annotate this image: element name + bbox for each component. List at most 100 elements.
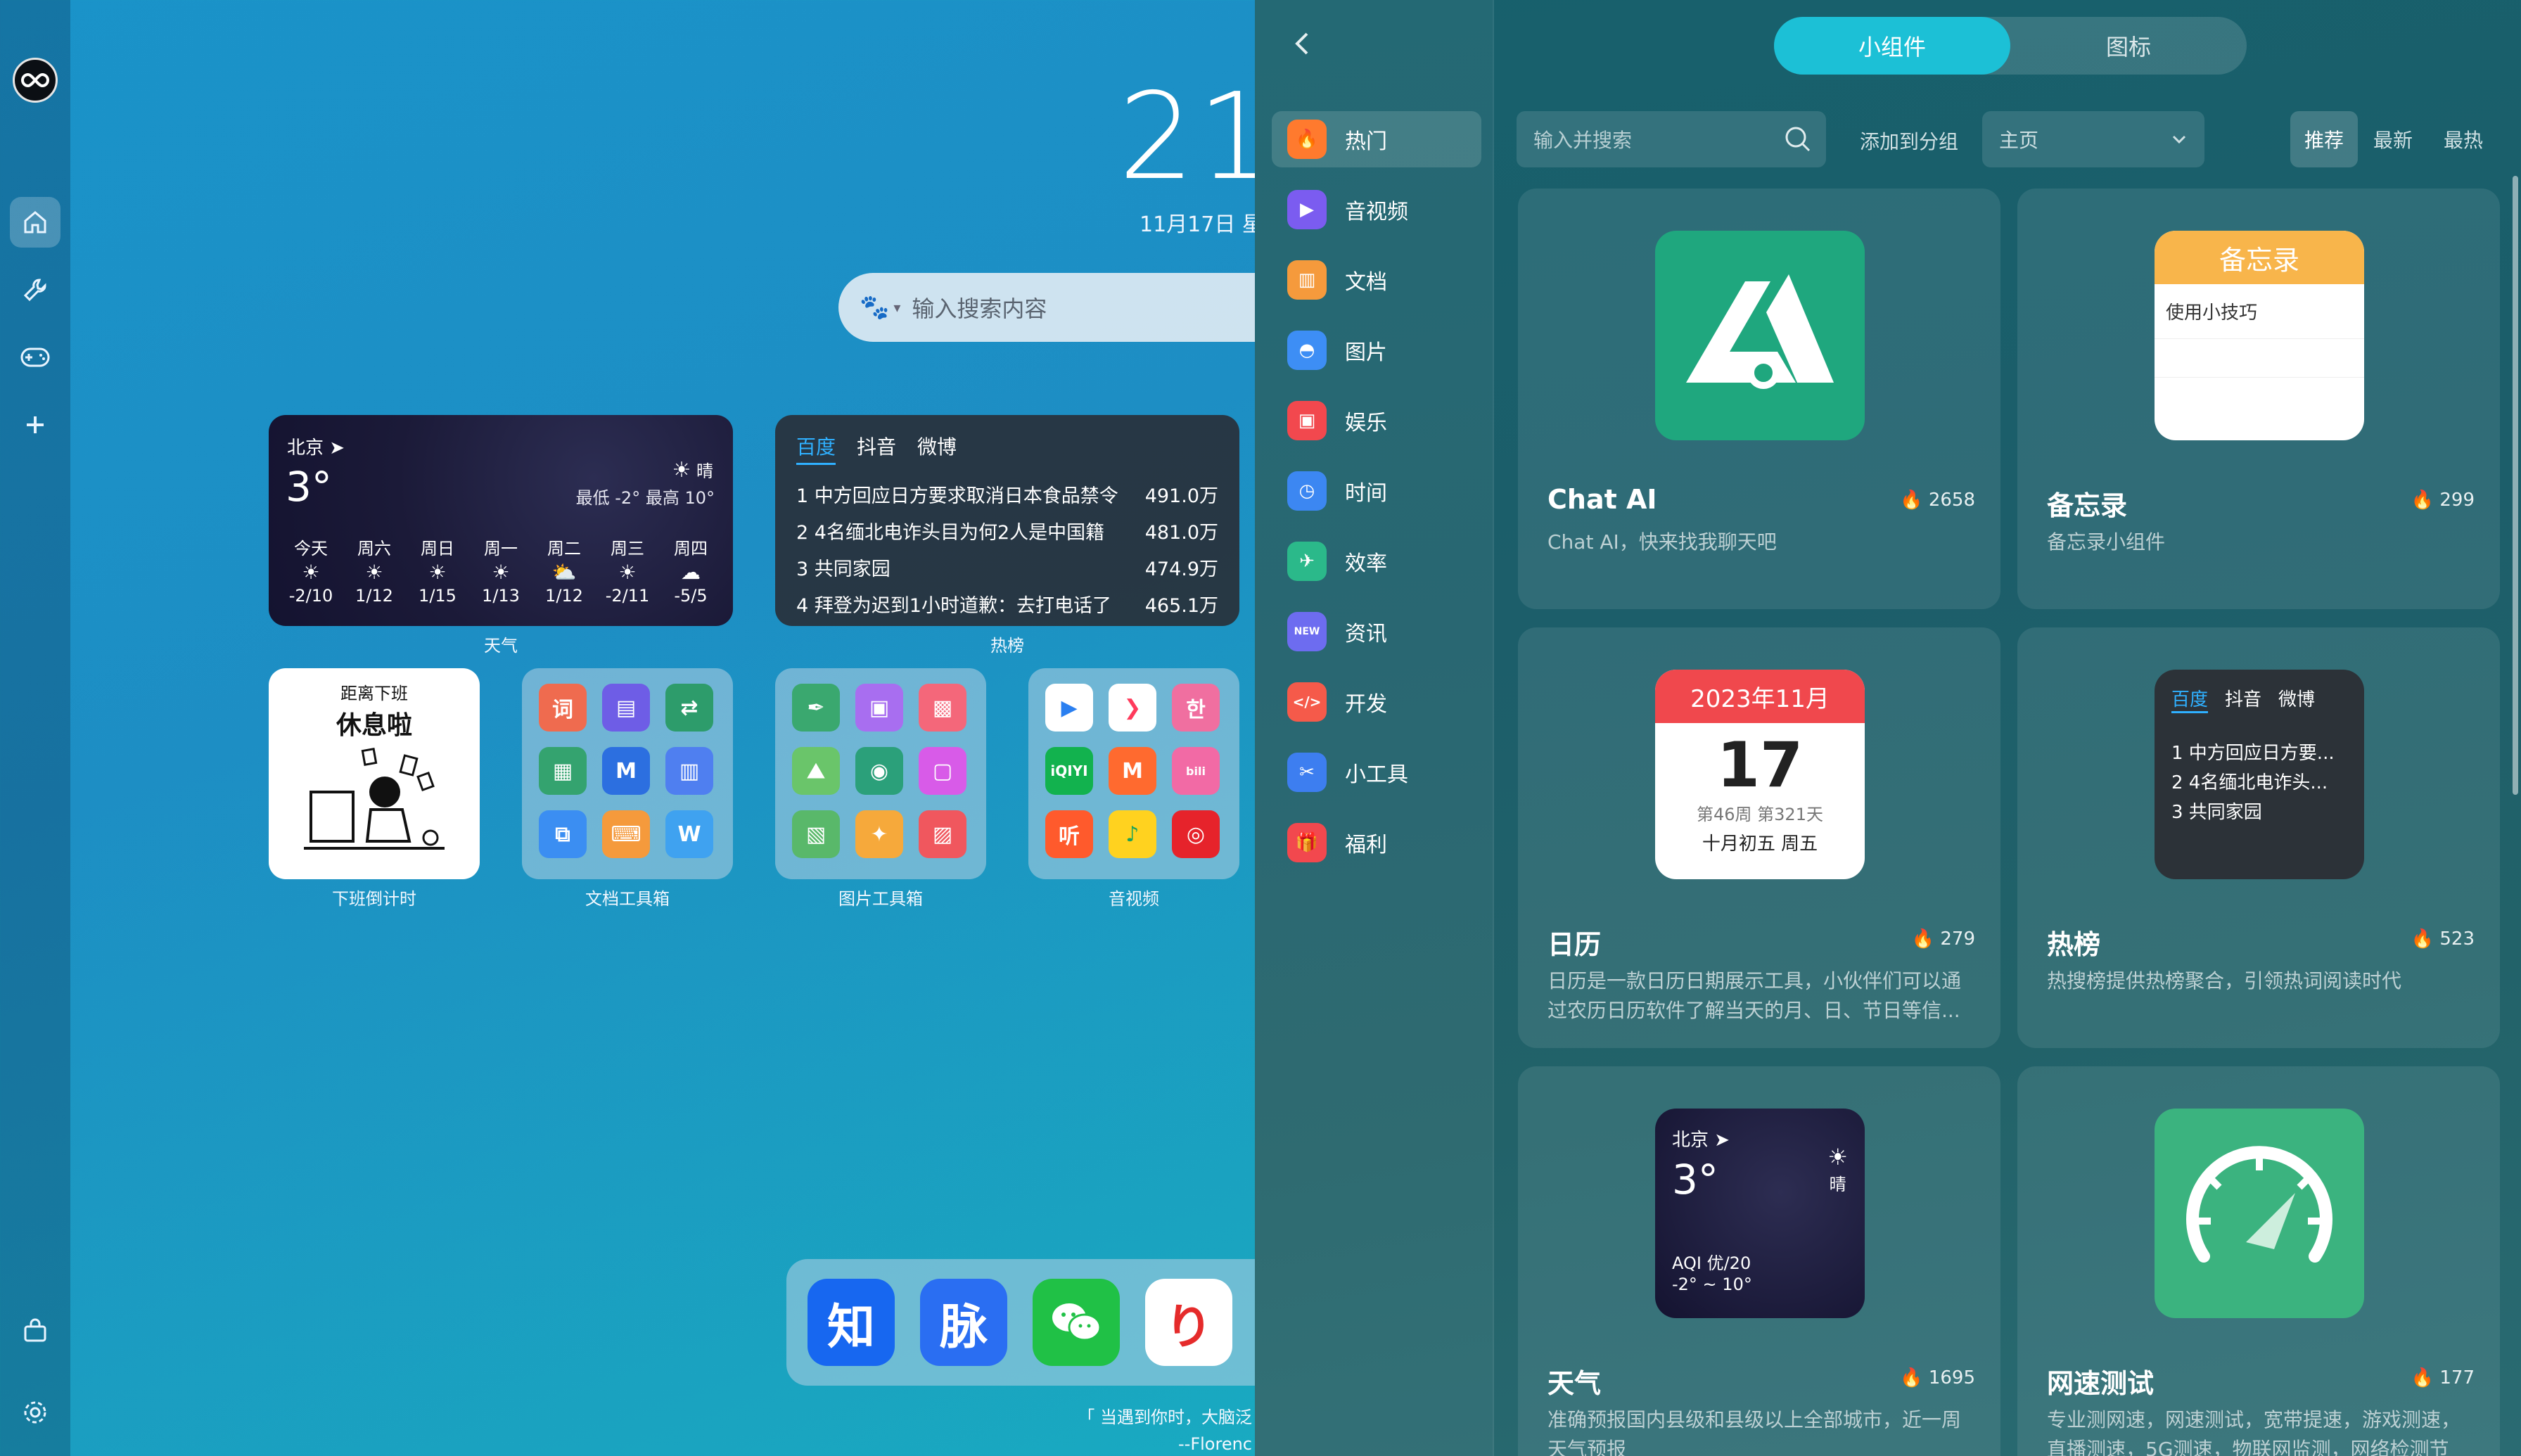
hotlist-row[interactable]: 2 4名缅北电诈头目为何2人是中国籍 481.0万 bbox=[796, 512, 1218, 549]
card-desc: 专业测网速，网速测试，宽带提速，游戏测速，直播测速，5G测速，物联网监测，网络检… bbox=[2047, 1408, 2461, 1456]
category-dev[interactable]: </> 开发 bbox=[1272, 674, 1481, 730]
notes-app-icon[interactable]: ▤ bbox=[602, 684, 650, 732]
widget-card-weather[interactable]: 北京 ➤ 3° ☀ 晴 AQI 优/20 -2° ~ 10° 天气 🔥 1695 … bbox=[1518, 1066, 2000, 1456]
category-welfare[interactable]: 🎁 福利 bbox=[1272, 815, 1481, 871]
video-play-app-icon[interactable]: ▶ bbox=[1045, 684, 1093, 732]
translate-app-icon[interactable]: ⇄ bbox=[665, 684, 713, 732]
gallery-app-icon[interactable]: ▧ bbox=[792, 810, 840, 858]
hotlist-row[interactable]: 1 中方回应日方要求取消日本食品禁令 491.0万 bbox=[796, 475, 1218, 512]
speedometer-icon bbox=[2155, 1109, 2364, 1318]
settings-gear-icon[interactable] bbox=[10, 1387, 60, 1438]
sort-newest[interactable]: 最新 bbox=[2358, 111, 2428, 167]
app-logo-icon[interactable] bbox=[13, 58, 58, 103]
doc-toolbox-folder[interactable]: 词 ▤ ⇄ ▦ M ▥ ⧉ ⌨ W bbox=[522, 668, 733, 879]
widget-card-calendar[interactable]: 2023年11月 17 第46周 第321天 十月初五 周五 日历 🔥 279 … bbox=[1518, 627, 2000, 1048]
category-image[interactable]: ◓ 图片 bbox=[1272, 322, 1481, 378]
wrench-icon[interactable] bbox=[10, 264, 60, 315]
ting-app-icon[interactable]: 听 bbox=[1045, 810, 1093, 858]
landscape-app-icon[interactable]: ⛰ bbox=[792, 747, 840, 795]
korean-app-icon[interactable]: 한 bbox=[1172, 684, 1220, 732]
chart-doc-app-icon[interactable]: M bbox=[602, 747, 650, 795]
tab-weibo[interactable]: 微博 bbox=[917, 432, 957, 465]
card-desc: Chat AI，快来找我聊天吧 bbox=[1547, 530, 1777, 554]
weather-forecast: 今天 ☀ -2/10 周六 ☀ 1/12 周日 ☀ 1/15 周一 ☀ 1/13 周二 ⛅ 1/12… bbox=[281, 535, 720, 606]
widget-card-memo[interactable]: 备忘录 使用小技巧 备忘录 🔥 299 备忘录小组件 bbox=[2017, 189, 2500, 609]
add-icon[interactable] bbox=[10, 400, 60, 450]
iqiyi-app-icon[interactable]: iQIYI bbox=[1045, 747, 1093, 795]
weather-widget[interactable]: 北京 ➤ 3° ☀ 晴 最低 -2° 最高 10° 今天 ☀ -2/10 周六 ☀ 1/… bbox=[269, 415, 733, 626]
ci-app-icon[interactable]: 词 bbox=[539, 684, 587, 732]
hotlist-row[interactable]: 4 拜登为迟到1小时道歉：去打电话了 465.1万 bbox=[796, 585, 1218, 622]
category-news[interactable]: NEW 资讯 bbox=[1272, 604, 1481, 660]
photo-gallery-app-icon[interactable]: ▨ bbox=[919, 810, 966, 858]
countdown-title: 距离下班 bbox=[340, 684, 408, 703]
dingdong-app-icon[interactable]: り bbox=[1145, 1279, 1232, 1366]
panel-scrollbar[interactable] bbox=[2513, 176, 2518, 795]
baidu-paw-icon[interactable]: 🐾 bbox=[860, 293, 889, 321]
netease-music-app-icon[interactable]: ◎ bbox=[1172, 810, 1220, 858]
category-av[interactable]: ▶ 音视频 bbox=[1272, 181, 1481, 238]
card-hot-count: 🔥 299 bbox=[2411, 490, 2475, 511]
forecast-day: 周六 ☀ 1/12 bbox=[345, 535, 404, 606]
search-icon[interactable] bbox=[1782, 124, 1813, 155]
bag-icon[interactable] bbox=[10, 1305, 60, 1356]
category-hot[interactable]: 🔥 热门 bbox=[1272, 111, 1481, 167]
widget-search-input[interactable]: 输入并搜索 bbox=[1517, 111, 1826, 167]
card-desc: 准确预报国内县级和县级以上全部城市，近一周天气预报 bbox=[1547, 1408, 1962, 1456]
flame-icon: 🔥 bbox=[1900, 1367, 1923, 1388]
spreadsheet-app-icon[interactable]: ▦ bbox=[539, 747, 587, 795]
av-folder[interactable]: ▶ ❯ 한 iQIYI M bili 听 ♪ ◎ bbox=[1028, 668, 1239, 879]
weather-preview: 北京 ➤ 3° ☀ 晴 AQI 优/20 -2° ~ 10° bbox=[1655, 1109, 1865, 1318]
back-arrow-icon[interactable] bbox=[1289, 30, 1317, 58]
left-rail bbox=[0, 0, 70, 1456]
sparkle-image-app-icon[interactable]: ✦ bbox=[855, 810, 903, 858]
photo-id-app-icon[interactable]: ◉ bbox=[855, 747, 903, 795]
maimai-app-icon[interactable]: 脉 bbox=[920, 1279, 1007, 1366]
weather-widget-label: 天气 bbox=[484, 636, 518, 656]
tab-icons[interactable]: 图标 bbox=[2010, 17, 2247, 75]
countdown-widget[interactable]: 距离下班 休息啦 bbox=[269, 668, 480, 879]
category-time[interactable]: ◷ 时间 bbox=[1272, 463, 1481, 519]
widget-card-speedtest[interactable]: 网速测试 🔥 177 专业测网速，网速测试，宽带提速，游戏测速，直播测速，5G测… bbox=[2017, 1066, 2500, 1456]
tab-douyin[interactable]: 抖音 bbox=[857, 432, 896, 465]
gamepad-icon[interactable] bbox=[10, 332, 60, 383]
av-folder-label: 音视频 bbox=[1109, 889, 1159, 909]
tab-baidu[interactable]: 百度 bbox=[796, 432, 836, 465]
category-doc[interactable]: ▥ 文档 bbox=[1272, 252, 1481, 308]
pen-tool-app-icon[interactable]: ✒ bbox=[792, 684, 840, 732]
cloud-icon: ☁ bbox=[681, 561, 701, 584]
document-icon: ▥ bbox=[1287, 260, 1327, 300]
desktop-search-bar[interactable]: 🐾 ▾ 输入搜索内容 bbox=[838, 273, 1275, 342]
media-player-app-icon[interactable]: ❯ bbox=[1109, 684, 1156, 732]
hotlist-widget[interactable]: 百度 抖音 微博 1 中方回应日方要求取消日本食品禁令 491.0万 2 4名缅北… bbox=[775, 415, 1239, 626]
widget-card-chatai[interactable]: Chat AI 🔥 2658 Chat AI，快来找我聊天吧 bbox=[1518, 189, 2000, 609]
category-entertainment[interactable]: ▣ 娱乐 bbox=[1272, 392, 1481, 449]
clock-date: 11月17日 星 bbox=[1140, 212, 1263, 237]
zhihu-app-icon[interactable]: 知 bbox=[808, 1279, 895, 1366]
group-select[interactable]: 主页 bbox=[1982, 111, 2204, 167]
hotlist-widget-label: 热榜 bbox=[990, 636, 1024, 656]
word-app-icon[interactable]: W bbox=[665, 810, 713, 858]
sort-recommended[interactable]: 推荐 bbox=[2290, 111, 2358, 167]
img-toolbox-folder[interactable]: ✒ ▣ ▩ ⛰ ◉ ▢ ▧ ✦ ▨ bbox=[775, 668, 986, 879]
home-icon[interactable] bbox=[10, 197, 60, 248]
sort-hottest[interactable]: 最热 bbox=[2428, 111, 2498, 167]
keyboard-app-icon[interactable]: ⌨ bbox=[602, 810, 650, 858]
frame-app-icon[interactable]: ▢ bbox=[919, 747, 966, 795]
widget-card-hotlist[interactable]: 百度 抖音 微博 1 中方回应日方要... 2 4名缅北电诈头... 3 共同家… bbox=[2017, 627, 2500, 1048]
tab-widgets[interactable]: 小组件 bbox=[1774, 17, 2010, 75]
category-tools[interactable]: ✂ 小工具 bbox=[1272, 744, 1481, 800]
image-edit-app-icon[interactable]: ▣ bbox=[855, 684, 903, 732]
mango-app-icon[interactable]: M bbox=[1109, 747, 1156, 795]
qq-music-app-icon[interactable]: ♪ bbox=[1109, 810, 1156, 858]
reader-app-icon[interactable]: ▥ bbox=[665, 747, 713, 795]
copy-app-icon[interactable]: ⧉ bbox=[539, 810, 587, 858]
card-hot-count: 🔥 177 bbox=[2411, 1367, 2475, 1388]
hotlist-row[interactable]: 3 共同家园 474.9万 bbox=[796, 549, 1218, 585]
pattern-app-icon[interactable]: ▩ bbox=[919, 684, 966, 732]
bilibili-app-icon[interactable]: bili bbox=[1172, 747, 1220, 795]
chevron-down-icon[interactable]: ▾ bbox=[893, 299, 900, 316]
wechat-app-icon[interactable] bbox=[1033, 1279, 1120, 1366]
category-efficiency[interactable]: ✈ 效率 bbox=[1272, 533, 1481, 589]
weather-cond: ☀ 晴 bbox=[672, 458, 713, 483]
